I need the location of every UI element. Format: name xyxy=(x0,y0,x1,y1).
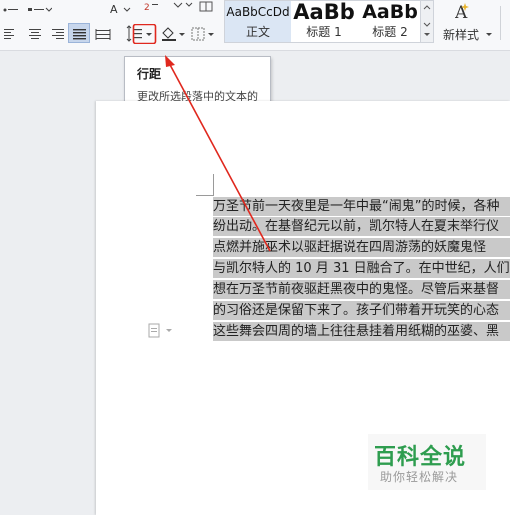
watermark-title: 百科全说 xyxy=(374,445,467,470)
watermark-subtitle: 助你轻松解决 xyxy=(380,470,459,484)
